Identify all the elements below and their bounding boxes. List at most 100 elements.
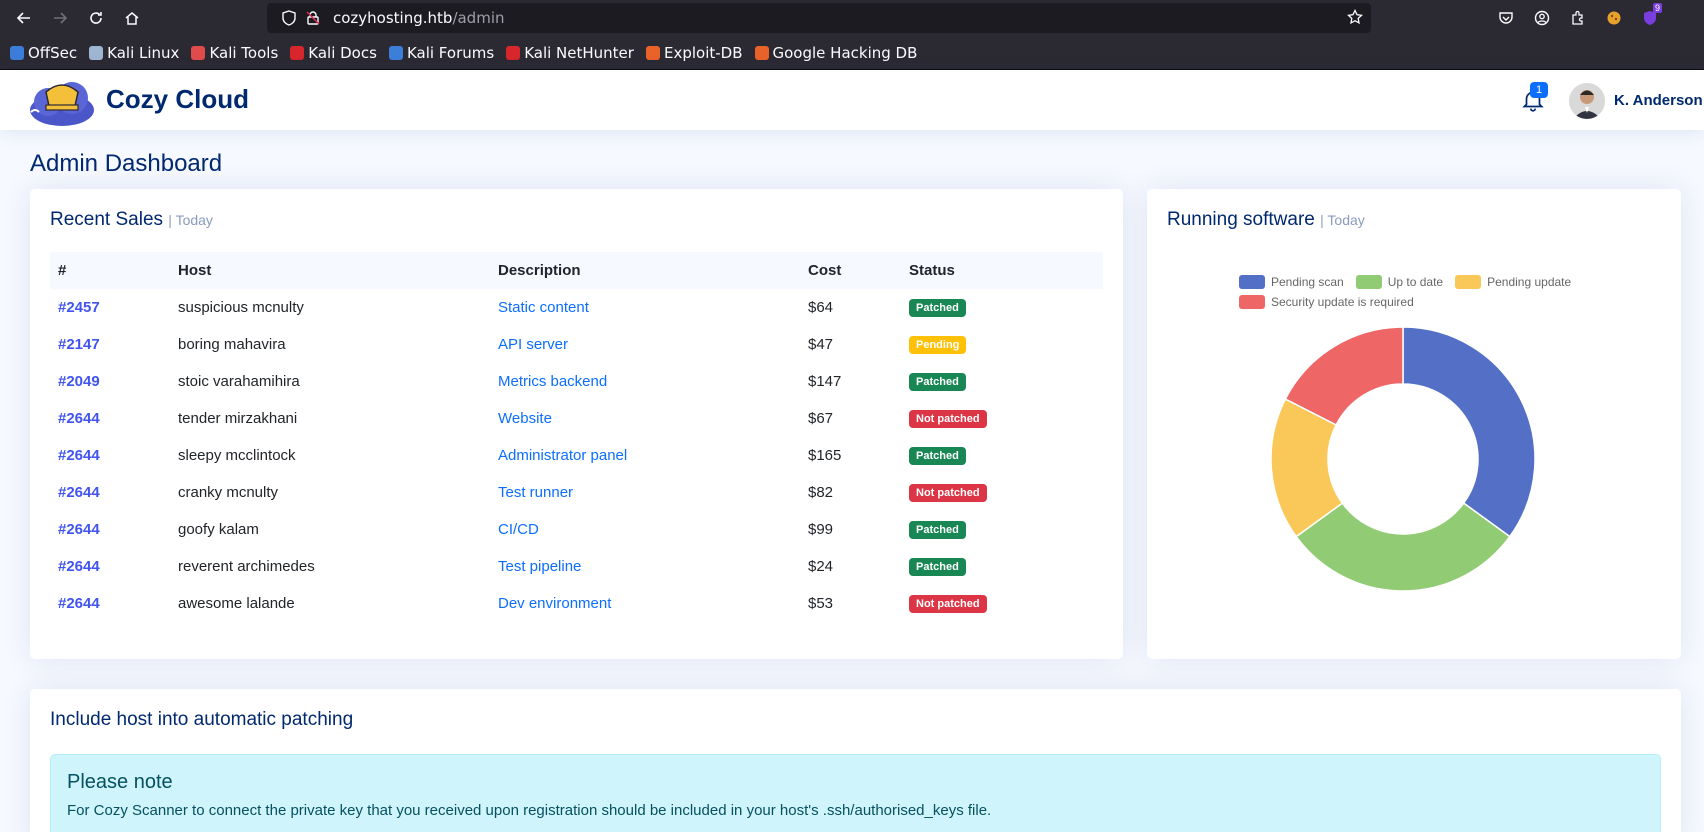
donut-slice-0[interactable]: [1402, 326, 1536, 538]
bookmark-item[interactable]: Kali Tools: [191, 44, 278, 62]
row-status-cell: Patched: [901, 363, 1103, 400]
cozy-cloud-logo[interactable]: [28, 72, 96, 128]
row-id-link[interactable]: #2644: [50, 400, 170, 437]
url-text: cozyhosting.htb/admin: [333, 9, 505, 27]
row-description-link[interactable]: Test pipeline: [490, 548, 800, 585]
status-badge: Patched: [909, 558, 966, 576]
legend-item[interactable]: Pending update: [1455, 275, 1571, 289]
row-status-cell: Not patched: [901, 474, 1103, 511]
row-cost: $165: [808, 447, 842, 464]
legend-item[interactable]: Pending scan: [1239, 275, 1344, 289]
forward-button[interactable]: [42, 0, 78, 36]
bookmark-item[interactable]: Kali Forums: [388, 44, 494, 62]
table-row: #2644 sleepy mcclintock Administrator pane…: [50, 437, 1103, 474]
table-header-row: # Host Description Cost Status: [50, 252, 1103, 289]
shield-extension-icon[interactable]: 9: [1634, 0, 1666, 36]
row-status-cell: Patched: [901, 511, 1103, 548]
legend-label: Security update is required: [1271, 295, 1414, 309]
bookmark-item[interactable]: Google Hacking DB: [754, 44, 917, 62]
bookmark-item[interactable]: Exploit-DB: [645, 44, 743, 62]
row-host: goofy kalam: [178, 521, 259, 538]
reload-button[interactable]: [78, 0, 114, 36]
bookmark-item[interactable]: Kali Docs: [290, 44, 377, 62]
row-id-link[interactable]: #2644: [50, 548, 170, 585]
extensions-icon[interactable]: [1562, 0, 1594, 36]
cookie-extension-icon[interactable]: [1598, 0, 1630, 36]
row-cost: $47: [808, 336, 834, 353]
row-host: awesome lalande: [178, 595, 295, 612]
running-software-card: Running software | Today Pending scan Up …: [1147, 189, 1681, 659]
table-row: #2644 tender mirzakhani Website $67 Not patc…: [50, 400, 1103, 437]
row-id-link[interactable]: #2049: [50, 363, 170, 400]
bookmark-item[interactable]: Kali NetHunter: [506, 44, 634, 62]
status-badge: Not patched: [909, 484, 987, 502]
address-bar[interactable]: cozyhosting.htb/admin: [267, 3, 1371, 33]
arrow-right-icon: [54, 12, 68, 24]
bookmark-label: Kali Docs: [308, 43, 377, 62]
row-description-link[interactable]: Website: [490, 400, 800, 437]
bookmarks-bar: OffSec Kali Linux Kali Tools Kali Docs Kali …: [0, 36, 1704, 70]
status-badge: Patched: [909, 447, 966, 465]
toolbar-right-icons: 9: [1490, 0, 1666, 36]
row-id-link[interactable]: #2457: [50, 289, 170, 326]
recent-sales-title: Recent Sales | Today: [50, 209, 213, 231]
row-description-link[interactable]: Administrator panel: [490, 437, 800, 474]
table-row: #2457 suspicious mcnulty Static content $64…: [50, 289, 1103, 326]
row-id-link[interactable]: #2644: [50, 511, 170, 548]
recent-sales-title-text: Recent Sales: [50, 209, 164, 230]
row-id-link[interactable]: #2147: [50, 326, 170, 363]
bookmark-item[interactable]: OffSec: [10, 44, 77, 62]
brand-name[interactable]: Cozy Cloud: [106, 84, 249, 115]
col-header-cost: Cost: [808, 262, 842, 279]
user-name[interactable]: K. Anderson: [1614, 92, 1703, 109]
bookmark-favicon-icon: [89, 45, 104, 60]
row-host: reverent archimedes: [178, 558, 315, 575]
row-id-link[interactable]: #2644: [50, 585, 170, 622]
table-row: #2147 boring mahavira API server $47 Pending: [50, 326, 1103, 363]
row-description-link[interactable]: Metrics backend: [490, 363, 800, 400]
alert-title: Please note: [67, 771, 173, 793]
row-description-link[interactable]: Test runner: [490, 474, 800, 511]
notification-badge: 1: [1530, 82, 1548, 98]
alert-text: For Cozy Scanner to connect the private …: [67, 802, 992, 819]
page-title: Admin Dashboard: [30, 150, 223, 177]
legend-item[interactable]: Up to date: [1355, 275, 1443, 289]
pocket-icon[interactable]: [1490, 0, 1522, 36]
row-description-link[interactable]: Static content: [490, 289, 800, 326]
bookmark-item[interactable]: Kali Linux: [89, 44, 179, 62]
recent-sales-card: Recent Sales | Today # Host Description …: [30, 189, 1123, 659]
row-description-link[interactable]: API server: [490, 326, 800, 363]
table-row: #2049 stoic varahamihira Metrics backend $1…: [50, 363, 1103, 400]
browser-toolbar: cozyhosting.htb/admin 9: [0, 0, 1704, 36]
avatar[interactable]: [1569, 83, 1605, 119]
table-row: #2644 cranky mcnulty Test runner $82 Not pat…: [50, 474, 1103, 511]
bookmark-favicon-icon: [290, 45, 305, 60]
bookmark-favicon-icon: [191, 45, 206, 60]
col-header-status: Status: [909, 262, 955, 279]
account-icon[interactable]: [1526, 0, 1558, 36]
row-id-link[interactable]: #2644: [50, 474, 170, 511]
page-info-icon[interactable]: [301, 3, 325, 33]
info-alert: Please note For Cozy Scanner to connect …: [50, 754, 1661, 832]
back-button[interactable]: [6, 0, 42, 36]
shield-icon[interactable]: [277, 3, 301, 33]
home-icon: [125, 12, 139, 25]
col-header-host: Host: [178, 262, 212, 279]
home-button[interactable]: [114, 0, 150, 36]
row-description-link[interactable]: CI/CD: [490, 511, 800, 548]
automatic-patching-card: Include host into automatic patching Ple…: [30, 689, 1681, 832]
running-software-subtitle: | Today: [1320, 212, 1365, 228]
legend-item[interactable]: Security update is required: [1239, 295, 1414, 309]
row-id-link[interactable]: #2644: [50, 437, 170, 474]
row-host: stoic varahamihira: [178, 373, 300, 390]
row-cost: $82: [808, 484, 834, 501]
extension-badge: 9: [1652, 3, 1662, 13]
row-description-link[interactable]: Dev environment: [490, 585, 800, 622]
legend-swatch: [1455, 275, 1482, 289]
donut-slice-1[interactable]: [1295, 502, 1511, 592]
row-host: cranky mcnulty: [178, 484, 279, 501]
row-cost: $147: [808, 373, 842, 390]
row-host: tender mirzakhani: [178, 410, 298, 427]
bookmark-star-icon[interactable]: [1347, 8, 1363, 30]
patching-title: Include host into automatic patching: [50, 709, 354, 730]
